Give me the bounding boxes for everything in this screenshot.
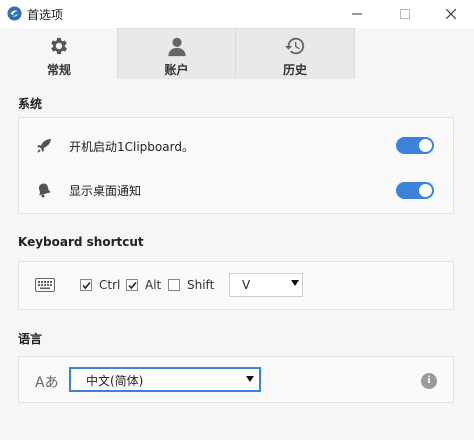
- notify-label: 显示桌面通知: [69, 184, 142, 198]
- minimize-button[interactable]: [334, 0, 380, 28]
- tab-history-label: 历史: [282, 63, 307, 77]
- tab-bar: 常规 账户 历史: [0, 28, 474, 79]
- close-icon: [446, 9, 456, 19]
- window-title: 首选项: [27, 8, 64, 22]
- close-button[interactable]: [428, 0, 474, 28]
- title-bar: 首选项: [0, 0, 474, 28]
- shortcut-key-value: V: [242, 278, 251, 292]
- system-panel: 开机启动1Clipboard。 显示桌面通知: [18, 117, 454, 214]
- language-section-title: 语言: [18, 332, 43, 346]
- ctrl-label: Ctrl: [99, 278, 121, 292]
- tab-history[interactable]: 历史: [235, 28, 355, 79]
- shortcut-section-title: Keyboard shortcut: [18, 235, 144, 249]
- info-icon[interactable]: i: [421, 373, 437, 389]
- tab-general[interactable]: 常规: [0, 28, 118, 79]
- tab-account-label: 账户: [164, 63, 189, 77]
- language-select[interactable]: 中文(简体): [69, 367, 261, 392]
- maximize-button[interactable]: [382, 0, 428, 28]
- startup-label: 开机启动1Clipboard。: [69, 140, 194, 154]
- chevron-down-icon: [291, 280, 299, 286]
- history-icon: [284, 37, 305, 55]
- shift-checkbox[interactable]: [168, 279, 180, 291]
- keyboard-icon: [35, 278, 55, 292]
- translate-icon: Aあ: [35, 375, 59, 391]
- minimize-icon: [352, 13, 362, 15]
- checkmark-icon: [128, 281, 137, 290]
- shortcut-key-select[interactable]: V: [229, 273, 303, 297]
- bell-icon: [38, 183, 51, 198]
- app-logo-icon: [7, 6, 22, 21]
- language-value: 中文(简体): [86, 374, 144, 388]
- shortcut-panel: Ctrl Alt Shift V: [18, 261, 454, 310]
- rocket-icon: [37, 139, 51, 153]
- maximize-icon: [400, 9, 410, 19]
- gear-icon: [51, 37, 67, 55]
- language-panel: Aあ 中文(简体) i: [18, 356, 454, 403]
- tab-account[interactable]: 账户: [117, 28, 236, 79]
- notify-toggle[interactable]: [396, 182, 434, 199]
- toggle-knob: [419, 184, 432, 197]
- alt-label: Alt: [145, 278, 162, 292]
- user-icon: [167, 37, 186, 57]
- alt-checkbox[interactable]: [126, 279, 138, 291]
- tab-general-label: 常规: [46, 63, 71, 77]
- ctrl-checkbox[interactable]: [80, 279, 92, 291]
- system-section-title: 系统: [18, 97, 43, 111]
- chevron-down-icon: [246, 376, 254, 382]
- toggle-knob: [419, 139, 432, 152]
- startup-toggle[interactable]: [396, 137, 434, 154]
- shift-label: Shift: [187, 278, 215, 292]
- checkmark-icon: [82, 281, 91, 290]
